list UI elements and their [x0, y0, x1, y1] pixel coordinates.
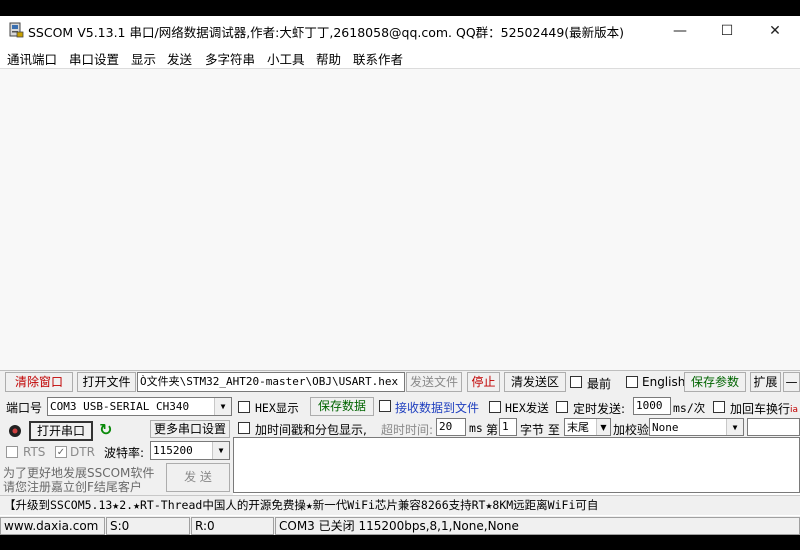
- hex-send-label: HEX发送: [505, 401, 549, 415]
- add-crlf-checkbox[interactable]: [713, 401, 725, 413]
- byte-prefix-label: 第: [486, 423, 499, 437]
- topmost-label: 最前: [587, 377, 612, 391]
- collapse-button[interactable]: —: [783, 372, 800, 392]
- tail-select[interactable]: 末尾 ▼: [564, 418, 611, 436]
- port-label: 端口号: [6, 401, 43, 415]
- timestamp-checkbox[interactable]: [238, 422, 250, 434]
- byte-label: 字节 至: [520, 423, 560, 437]
- side-fragment: ia: [790, 405, 799, 415]
- hex-display-label: HEX显示: [255, 401, 299, 415]
- timed-send-checkbox[interactable]: [556, 401, 568, 413]
- baud-label: 波特率:: [104, 446, 145, 460]
- expand-button[interactable]: 扩展: [750, 372, 781, 392]
- more-settings-button[interactable]: 更多串口设置: [150, 420, 230, 438]
- menu-display[interactable]: 显示: [131, 49, 156, 68]
- stop-button[interactable]: 停止: [467, 372, 500, 392]
- byte-index-input[interactable]: 1: [499, 418, 517, 436]
- checksum-label: 加校验: [613, 423, 650, 437]
- english-label: English: [642, 375, 686, 389]
- checksum-extra-field[interactable]: [747, 418, 800, 436]
- port-select-value: COM3 USB-SERIAL CH340: [50, 400, 190, 413]
- chevron-down-icon: ▼: [214, 398, 231, 415]
- window-title: SSCOM V5.13.1 串口/网络数据调试器,作者:大虾丁丁,2618058…: [28, 25, 625, 40]
- close-button[interactable]: ✕: [752, 16, 798, 46]
- status-website[interactable]: www.daxia.com: [0, 517, 105, 535]
- open-file-button[interactable]: 打开文件: [77, 372, 136, 392]
- app-icon: [9, 22, 24, 38]
- menu-send[interactable]: 发送: [167, 49, 192, 68]
- receive-area[interactable]: [0, 68, 800, 371]
- port-select[interactable]: COM3 USB-SERIAL CH340 ▼: [47, 397, 232, 416]
- baud-select-value: 115200: [153, 444, 193, 457]
- news-ticker-text[interactable]: 【升级到SSCOM5.13★2.★RT-Thread中国人的开源免费操★新一代W…: [4, 497, 598, 513]
- rts-label: RTS: [23, 445, 46, 459]
- ms-per-label: ms/次: [673, 401, 706, 415]
- checksum-select[interactable]: None ▼: [649, 418, 744, 436]
- timestamp-label: 加时间戳和分包显示,: [255, 423, 367, 437]
- send-text-area[interactable]: [233, 437, 800, 493]
- menu-comm-port[interactable]: 通讯端口: [7, 49, 57, 68]
- timeout-input[interactable]: 20: [436, 418, 466, 436]
- status-received-count: R:0: [191, 517, 274, 535]
- tail-select-value: 末尾: [567, 421, 589, 434]
- recv-to-file-label: 接收数据到文件: [395, 401, 480, 415]
- dtr-checkbox[interactable]: ✓: [55, 446, 67, 458]
- open-port-button[interactable]: 打开串口: [29, 421, 93, 441]
- dtr-label: DTR: [70, 445, 95, 459]
- chevron-down-icon: ▼: [212, 442, 229, 459]
- maximize-button[interactable]: ☐: [704, 16, 750, 46]
- file-path-field[interactable]: Ò文件夹\STM32_AHT20-master\OBJ\USART.hex: [137, 372, 405, 392]
- ms-label: ms: [469, 421, 483, 435]
- timed-send-label: 定时发送:: [573, 402, 626, 416]
- chevron-down-icon: ▼: [726, 419, 743, 435]
- baud-select[interactable]: 115200 ▼: [150, 441, 230, 460]
- checksum-select-value: None: [652, 421, 679, 434]
- menu-serial-settings[interactable]: 串口设置: [69, 49, 119, 68]
- clear-window-button[interactable]: 清除窗口: [5, 372, 73, 392]
- timed-interval-input[interactable]: 1000: [633, 397, 671, 415]
- menu-tools[interactable]: 小工具: [267, 49, 305, 68]
- port-status-icon: [9, 425, 21, 437]
- refresh-icon[interactable]: ↻: [99, 421, 115, 439]
- topmost-checkbox[interactable]: [570, 376, 582, 388]
- timeout-label: 超时时间:: [381, 423, 434, 437]
- menu-contact-author[interactable]: 联系作者: [353, 49, 403, 68]
- recv-to-file-checkbox[interactable]: [379, 400, 391, 412]
- english-checkbox[interactable]: [626, 376, 638, 388]
- menu-help[interactable]: 帮助: [316, 49, 341, 68]
- status-sent-count: S:0: [106, 517, 190, 535]
- save-params-button[interactable]: 保存参数: [684, 372, 746, 392]
- screen-border-bottom: [0, 535, 800, 550]
- chevron-down-icon: ▼: [596, 419, 610, 435]
- save-data-button[interactable]: 保存数据: [310, 397, 374, 416]
- clear-send-button[interactable]: 清发送区: [504, 372, 566, 392]
- menu-multi-string[interactable]: 多字符串: [205, 49, 255, 68]
- promo-line-2: 请您注册嘉立创F结尾客户: [3, 480, 142, 494]
- status-port-state: COM3 已关闭 115200bps,8,1,None,None: [275, 517, 800, 535]
- hex-send-checkbox[interactable]: [489, 401, 501, 413]
- minimize-button[interactable]: —: [657, 16, 703, 46]
- add-crlf-label: 加回车换行: [730, 402, 791, 416]
- send-file-button[interactable]: 发送文件: [406, 372, 462, 392]
- rts-checkbox[interactable]: [6, 446, 18, 458]
- send-button[interactable]: 发 送: [166, 463, 230, 492]
- screen-border-top: [0, 0, 800, 16]
- hex-display-checkbox[interactable]: [238, 401, 250, 413]
